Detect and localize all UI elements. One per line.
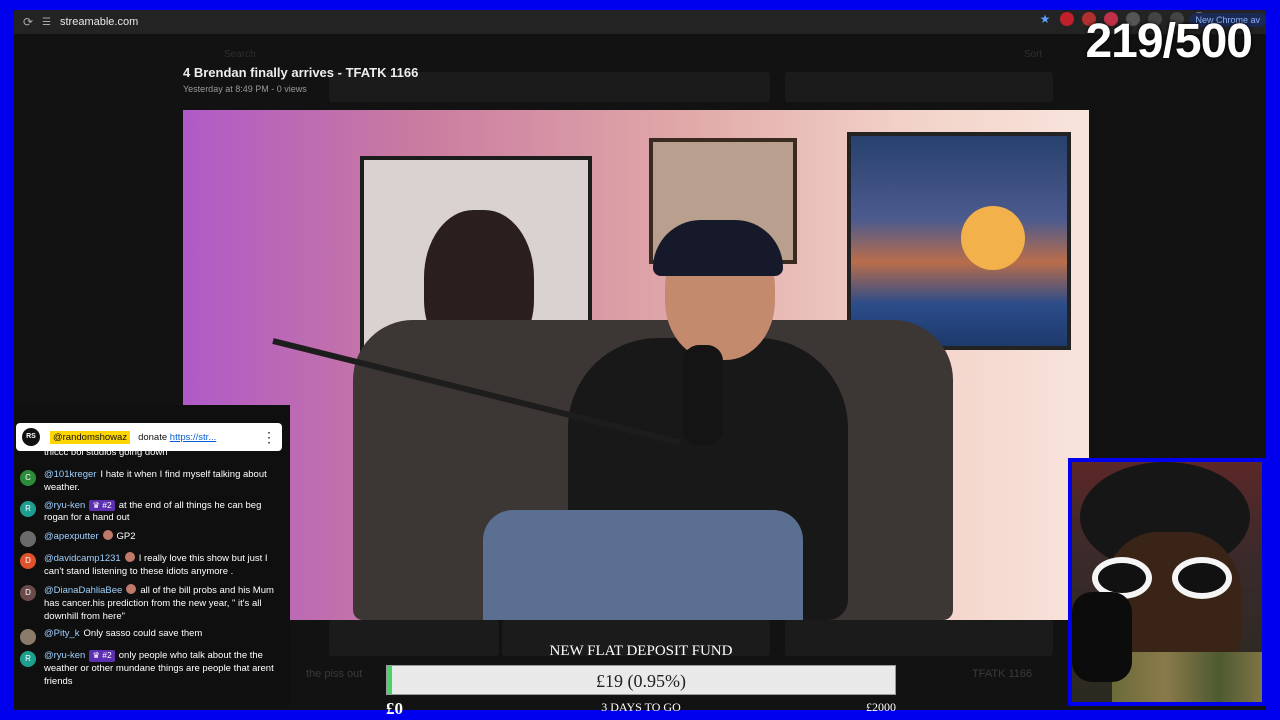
emoji-icon (124, 552, 135, 563)
chat-author[interactable]: @ryu-ken (44, 650, 85, 661)
chat-message: C @101kreger I hate it when I find myself… (14, 467, 290, 498)
pinned-avatar: RS (22, 428, 40, 446)
member-badge: ♛ #2 (89, 650, 115, 662)
extension-icon[interactable] (1060, 12, 1074, 26)
chat-author[interactable]: @apexputter (44, 531, 99, 542)
chat-message: @apexputter GP2 (14, 528, 290, 550)
chat-message: @Pity_k Only sasso could save them (14, 626, 290, 648)
chat-message: D @davidcamp1231 I really love this show … (14, 550, 290, 582)
site-info-icon[interactable]: ☰ (42, 17, 56, 28)
chat-avatar: D (20, 584, 36, 601)
chat-text: Only sasso could save them (83, 628, 203, 640)
chat-avatar (20, 629, 36, 646)
live-chat-overlay: RS @randomshowaz donate https://str... ⋮… (14, 405, 290, 705)
fund-max-label: £2000 (866, 700, 896, 714)
bookmark-star-icon[interactable]: ★ (1038, 12, 1052, 26)
wall-painting (847, 132, 1071, 350)
chat-message: D @DianaDahliaBee all of the bill probs a… (14, 582, 290, 626)
emoji-icon (102, 530, 113, 541)
chat-message-list: thiccc boi studios going down C @101kreg… (14, 447, 290, 692)
chat-avatar: D (20, 553, 36, 570)
fund-progress-bar: £19 (0.95%) (386, 665, 896, 695)
fund-title: NEW FLAT DEPOSIT FUND (549, 643, 733, 659)
chat-avatar: R (20, 651, 36, 668)
chat-message: R @ryu-ken ♛ #2 at the end of all things h… (14, 498, 290, 529)
video-card[interactable] (502, 72, 770, 102)
pinned-text-prefix: donate (138, 431, 170, 443)
sort-button[interactable]: Sort (1024, 49, 1042, 60)
video-player[interactable] (183, 110, 1089, 620)
webcam-feed (1072, 462, 1262, 702)
fund-days-left: 3 DAYS TO GO (601, 700, 681, 714)
chat-author[interactable]: @ryu-ken (44, 500, 85, 511)
chat-avatar: R (20, 500, 36, 517)
white-sunglasses (1092, 557, 1242, 599)
chat-author[interactable]: @DianaDahliaBee (44, 585, 122, 596)
video-meta: Yesterday at 8:49 PM - 0 views (183, 84, 307, 94)
chat-author[interactable]: @davidcamp1231 (44, 553, 121, 564)
more-options-icon[interactable]: ⋮ (262, 430, 276, 444)
chat-author[interactable]: @Pity_k (44, 628, 80, 639)
video-card-title[interactable]: the piss out (306, 668, 362, 680)
pinned-link[interactable]: https://str... (170, 432, 216, 443)
streamer-webcam (1068, 458, 1266, 706)
video-card[interactable] (785, 72, 1053, 102)
microphone (683, 345, 723, 445)
video-title: 4 Brendan finally arrives - TFATK 1166 (183, 65, 419, 80)
subscriber-goal-counter: 219/500 (1085, 15, 1253, 68)
member-badge: ♛ #2 (89, 499, 115, 512)
streamer-microphone (1072, 592, 1132, 682)
chat-message: R @ryu-ken ♛ #2 only people who talk about… (14, 648, 290, 691)
chat-author[interactable]: @101kreger (44, 469, 96, 480)
browser-toolbar: ⟳ ☰ streamable.com ★ New Chrome av (14, 10, 1266, 34)
camo-jacket (1112, 652, 1262, 702)
fund-amount: £19 (0.95%) (596, 671, 686, 691)
emoji-icon (126, 583, 137, 594)
chat-message: thiccc boi studios going down (14, 445, 290, 467)
pinned-text: donate https://str... (138, 432, 216, 443)
chat-avatar (20, 531, 36, 548)
donation-goal-widget: NEW FLAT DEPOSIT FUND £19 (0.95%) £0 3 D… (383, 640, 899, 718)
guest-jeans (483, 510, 803, 620)
painting-sun (961, 206, 1025, 270)
chat-text: thiccc boi studios going down (44, 447, 168, 458)
address-bar[interactable]: streamable.com (60, 16, 138, 28)
reload-icon[interactable]: ⟳ (14, 15, 42, 29)
chat-avatar: C (20, 470, 36, 486)
chat-text: GP2 (116, 531, 136, 543)
guest-cap (653, 220, 783, 276)
pinned-author[interactable]: @randomshowaz (50, 430, 131, 444)
video-card-title[interactable]: TFATK 1166 (972, 668, 1032, 680)
search-input[interactable]: Search (224, 49, 256, 60)
